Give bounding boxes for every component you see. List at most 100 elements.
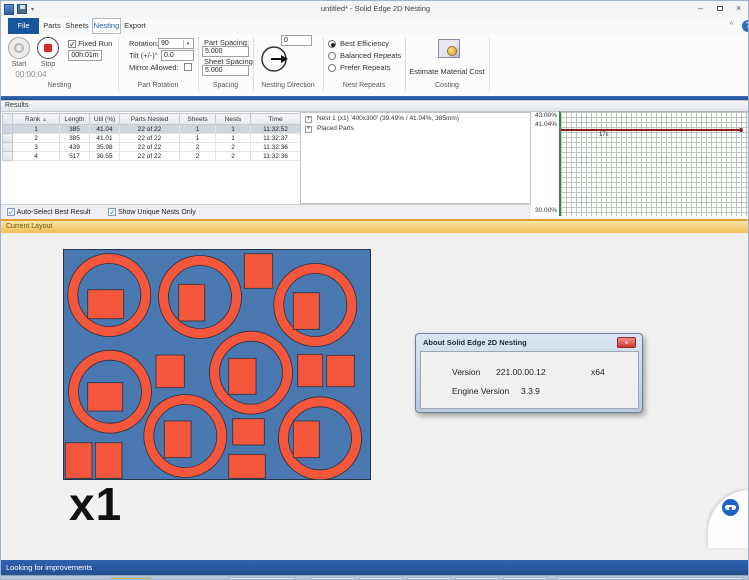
tree-item-nest1[interactable]: +Nest 1 (x1) '400x300' (39.49% / 41.04%,… xyxy=(301,113,530,123)
col-rank[interactable]: Rank ▲ xyxy=(13,114,60,125)
version-label: Version xyxy=(452,367,480,377)
table-row[interactable]: 138541.0422 of 221111:32:52 xyxy=(3,125,301,134)
rotation-dropdown[interactable]: 90▾ xyxy=(158,38,194,49)
col-nests[interactable]: Nests xyxy=(216,114,251,125)
start-button-label: Start xyxy=(8,61,30,68)
col-util[interactable]: Util (%) xyxy=(90,114,120,125)
part-spacing-field[interactable]: 5.000 xyxy=(202,46,249,57)
nest-repeats-group-label: Nest Repeats xyxy=(323,82,405,89)
tab-sheets[interactable]: Sheets xyxy=(63,18,91,34)
status-text: Looking for improvements xyxy=(6,563,92,572)
col-length[interactable]: Length xyxy=(60,114,90,125)
estimate-cost-icon[interactable] xyxy=(438,39,460,58)
utilization-chart: 17s xyxy=(559,111,748,216)
mirror-checkbox-icon xyxy=(184,63,192,71)
tab-file[interactable]: File xyxy=(8,18,39,34)
tilt-label: Tilt (+/-)° xyxy=(129,51,158,60)
restore-icon xyxy=(717,6,723,11)
stop-button[interactable] xyxy=(37,37,59,59)
tab-export[interactable]: Export xyxy=(122,18,148,34)
tree-expand-icon[interactable]: + xyxy=(305,116,312,123)
estimate-material-cost-button[interactable]: Estimate Material Cost xyxy=(405,67,489,76)
layout-canvas: x1 About Solid Edge 2D Nesting × Version… xyxy=(1,233,749,560)
sheet-quantity-label: x1 xyxy=(69,477,122,531)
sort-asc-icon: ▲ xyxy=(42,117,47,123)
ribbon-tab-row: File Parts Sheets Nesting Export ^ ? xyxy=(1,18,749,34)
stop-button-label: Stop xyxy=(37,61,59,68)
chevron-down-icon[interactable]: ▾ xyxy=(183,40,192,48)
rotation-label: Rotation: xyxy=(129,39,159,48)
elapsed-time: 00:00:04 xyxy=(3,70,59,79)
nesting-direction-icon[interactable] xyxy=(260,45,290,73)
start-icon xyxy=(14,43,24,53)
sheet-spacing-field[interactable]: 5.000 xyxy=(202,65,249,76)
status-bar: Looking for improvements xyxy=(1,560,749,575)
mirror-allowed-label: Mirror Allowed: xyxy=(129,63,179,72)
run-time-field[interactable]: 00h:01m xyxy=(68,50,102,61)
radio-icon xyxy=(328,52,336,60)
tab-parts[interactable]: Parts xyxy=(41,18,63,34)
start-button[interactable] xyxy=(8,37,30,59)
tree-item-placed-parts[interactable]: +Placed Parts xyxy=(301,123,530,133)
about-dialog-title: About Solid Edge 2D Nesting xyxy=(423,338,527,347)
radio-balanced-repeats[interactable]: Balanced Repeats xyxy=(328,51,401,60)
y-tick: 41.04% xyxy=(535,121,557,128)
tilt-field[interactable]: 0.0 xyxy=(161,50,194,61)
table-row[interactable]: 343935.9822 of 222211:32:36 xyxy=(3,143,301,152)
nesting-direction-group-label: Nesting Direction xyxy=(253,82,323,89)
collapse-ribbon-icon[interactable]: ^ xyxy=(730,22,733,29)
engine-version-label: Engine Version xyxy=(452,386,509,396)
remote-control-flap[interactable] xyxy=(708,490,749,548)
app-window: ▾ untitled* - Solid Edge 2D Nesting – × … xyxy=(0,0,749,580)
radio-icon xyxy=(328,64,336,72)
nest-tree[interactable]: +Nest 1 (x1) '400x300' (39.49% / 41.04%,… xyxy=(300,112,531,204)
taskbar[interactable] xyxy=(1,575,749,580)
part-rotation-group-label: Part Rotation xyxy=(118,82,198,89)
utilization-annotation: 17s xyxy=(599,132,609,138)
current-layout-header: Current Layout xyxy=(1,219,749,233)
engine-version-value: 3.3.9 xyxy=(521,386,540,396)
about-dialog: About Solid Edge 2D Nesting × Version 22… xyxy=(415,333,643,413)
radio-best-efficiency[interactable]: Best Efficiency xyxy=(328,39,389,48)
checkbox-check-icon: ✓ xyxy=(108,208,116,216)
spacing-group-label: Spacing xyxy=(198,82,253,89)
tab-nesting[interactable]: Nesting xyxy=(92,18,121,34)
radio-selected-icon xyxy=(328,40,336,48)
table-row[interactable]: 451730.5522 of 222211:32:36 xyxy=(3,152,301,161)
results-footer: ✓ Auto-Select Best Result ✓ Show Unique … xyxy=(1,204,531,219)
col-parts-nested[interactable]: Parts Nested xyxy=(120,114,180,125)
table-row[interactable]: 238541.0122 of 221111:32:37 xyxy=(3,134,301,143)
title-bar: ▾ untitled* - Solid Edge 2D Nesting – × xyxy=(1,1,749,18)
row-header xyxy=(3,114,13,125)
y-tick: 30.00% xyxy=(535,207,557,214)
fixed-run-checkbox[interactable]: ✓ Fixed Run xyxy=(68,39,112,48)
mirror-allowed-checkbox[interactable] xyxy=(184,62,192,71)
show-unique-checkbox[interactable]: ✓ Show Unique Nests Only xyxy=(108,208,196,216)
nest-layout-svg[interactable] xyxy=(63,249,371,480)
architecture-value: x64 xyxy=(591,367,605,377)
group-divider xyxy=(489,37,490,91)
costing-group-label: Costing xyxy=(405,82,489,89)
y-tick: 43.00% xyxy=(535,112,557,119)
col-sheets[interactable]: Sheets xyxy=(180,114,216,125)
help-icon[interactable]: ? xyxy=(742,20,749,32)
dialog-close-button[interactable]: × xyxy=(617,337,636,348)
ribbon: Start Stop 00:00:04 ✓ Fixed Run 00h:01m … xyxy=(1,34,749,96)
stop-icon xyxy=(44,44,52,52)
version-value: 221.00.00.12 xyxy=(496,367,546,377)
utilization-line-end xyxy=(739,128,743,132)
fixed-run-check-icon: ✓ xyxy=(68,40,76,48)
auto-select-checkbox[interactable]: ✓ Auto-Select Best Result xyxy=(7,208,91,216)
nesting-group-label: Nesting xyxy=(1,82,118,89)
results-table[interactable]: Rank ▲ Length Util (%) Parts Nested Shee… xyxy=(2,113,300,161)
close-button[interactable]: × xyxy=(729,1,748,16)
teamviewer-icon[interactable] xyxy=(722,499,739,516)
about-dialog-body: Version 221.00.00.12 x64 Engine Version … xyxy=(420,351,639,409)
minimize-button[interactable]: – xyxy=(691,1,710,16)
tree-expand-icon[interactable]: + xyxy=(305,126,312,133)
checkbox-check-icon: ✓ xyxy=(7,208,15,216)
restore-button[interactable] xyxy=(710,1,729,16)
results-panel: Rank ▲ Length Util (%) Parts Nested Shee… xyxy=(1,112,749,219)
col-time[interactable]: Time xyxy=(251,114,301,125)
radio-prefer-repeats[interactable]: Prefer Repeats xyxy=(328,63,390,72)
